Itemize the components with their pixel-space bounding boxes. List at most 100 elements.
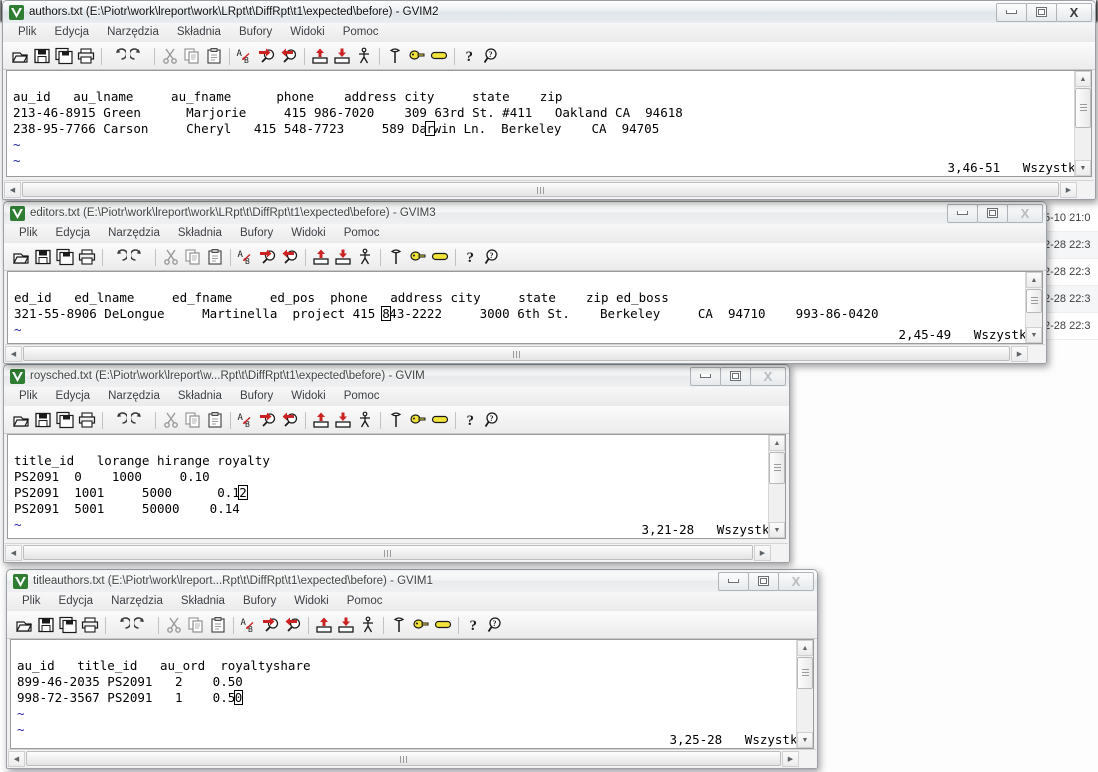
help-icon[interactable]: ? [463,614,485,636]
hscroll-thumb[interactable] [26,751,781,766]
find-prev-icon[interactable] [279,409,301,431]
minimize-button[interactable] [690,366,721,386]
scroll-right-arrow[interactable]: ▶ [754,544,771,561]
paste-icon[interactable] [207,614,229,636]
window-controls[interactable]: X [996,2,1092,22]
titlebar-roysched[interactable]: roysched.txt (E:\Piotr\work\lreport\w...… [4,365,789,387]
print-icon[interactable] [76,246,98,268]
scroll-left-arrow[interactable]: ◀ [8,750,25,767]
hscroll-thumb[interactable] [23,346,1010,361]
make-icon[interactable] [407,409,429,431]
window-roysched[interactable]: roysched.txt (E:\Piotr\work\lreport\w...… [3,364,790,563]
menubar-titleauthors[interactable]: Plik Edycja Narzędzia Składnia Bufory Wi… [7,592,817,612]
help-icon[interactable]: ? [460,246,482,268]
hscroll-thumb[interactable] [22,182,1059,197]
redo-icon[interactable] [129,246,151,268]
save-icon[interactable] [31,45,53,67]
menu-narzedzia[interactable]: Narzędzia [99,226,169,241]
save-session-icon[interactable] [332,409,354,431]
undo-icon[interactable] [106,45,128,67]
vertical-scrollbar[interactable]: ▲ ▼ [1025,272,1042,343]
toolbar-roysched[interactable]: A B?? [4,406,789,434]
menu-plik[interactable]: Plik [10,226,47,241]
build-icon[interactable] [384,45,406,67]
resize-grip[interactable] [799,751,816,767]
scroll-down-arrow[interactable]: ▼ [1075,160,1091,176]
make-icon[interactable] [410,614,432,636]
print-icon[interactable] [75,45,97,67]
menubar-authors[interactable]: Plik Edycja Narzędzia Składnia Bufory Wi… [3,23,1095,43]
save-all-icon[interactable] [54,409,76,431]
window-controls[interactable]: X [690,366,786,386]
menu-widoki[interactable]: Widoki [285,594,338,609]
open-file-icon[interactable] [13,614,35,636]
open-file-icon[interactable] [9,45,31,67]
scroll-down-arrow[interactable]: ▼ [797,732,813,748]
find-prev-icon[interactable] [282,614,304,636]
menu-edycja[interactable]: Edycja [50,594,103,609]
find-help-icon[interactable]: ? [481,45,503,67]
menu-narzedzia[interactable]: Narzędzia [98,25,168,40]
cut-icon[interactable] [160,246,182,268]
redo-icon[interactable] [128,45,150,67]
scroll-down-arrow[interactable]: ▼ [1026,327,1042,343]
maximize-button[interactable] [720,366,751,386]
scroll-right-arrow[interactable]: ▶ [1011,345,1028,362]
build-icon[interactable] [385,246,407,268]
help-icon[interactable]: ? [459,45,481,67]
editor-editors[interactable]: ed_id ed_lname ed_fname ed_pos phone add… [7,271,1043,344]
close-button[interactable]: X [1056,2,1092,22]
menu-pomoc[interactable]: Pomoc [338,594,392,609]
vertical-scrollbar[interactable]: ▲ ▼ [1074,71,1091,176]
paste-icon[interactable] [203,45,225,67]
resize-grip[interactable] [1028,346,1045,362]
scroll-down-arrow[interactable]: ▼ [769,522,785,538]
run-script-icon[interactable] [354,246,376,268]
menu-bufory[interactable]: Bufory [231,226,282,241]
make-icon[interactable] [406,45,428,67]
undo-icon[interactable] [107,409,129,431]
find-next-icon[interactable] [256,45,278,67]
toolbar-authors[interactable]: A B?? [3,42,1095,70]
window-controls[interactable]: X [947,203,1043,223]
vertical-scrollbar[interactable]: ▲ ▼ [768,435,785,538]
scroll-up-arrow[interactable]: ▲ [797,640,813,656]
menu-plik[interactable]: Plik [13,594,50,609]
scroll-thumb[interactable] [769,452,785,484]
menu-pomoc[interactable]: Pomoc [334,25,388,40]
window-authors[interactable]: authors.txt (E:\Piotr\work\lreport\work\… [2,0,1096,200]
maximize-button[interactable] [748,571,779,591]
find-help-icon[interactable]: ? [482,409,504,431]
find-next-icon[interactable] [260,614,282,636]
horizontal-scrollbar[interactable]: ◀ ▶ [4,180,1094,198]
cut-icon[interactable] [160,409,182,431]
vertical-scrollbar[interactable]: ▲ ▼ [796,640,813,748]
menu-bufory[interactable]: Bufory [230,25,281,40]
menubar-editors[interactable]: Plik Edycja Narzędzia Składnia Bufory Wi… [4,224,1046,244]
menu-widoki[interactable]: Widoki [281,25,334,40]
find-next-icon[interactable] [257,246,279,268]
find-replace-icon[interactable]: AB [238,614,260,636]
scroll-thumb[interactable] [797,657,813,689]
copy-icon[interactable] [185,614,207,636]
window-titleauthors[interactable]: titleauthors.txt (E:\Piotr\work\lreport.… [6,569,818,769]
scroll-thumb[interactable] [1075,88,1091,128]
redo-icon[interactable] [129,409,151,431]
close-button[interactable]: X [750,366,786,386]
horizontal-scrollbar[interactable]: ◀ ▶ [8,749,816,767]
find-replace-icon[interactable]: AB [235,246,257,268]
help-icon[interactable]: ? [460,409,482,431]
save-icon[interactable] [32,409,54,431]
load-session-icon[interactable] [310,246,332,268]
save-all-icon[interactable] [53,45,75,67]
find-next-icon[interactable] [257,409,279,431]
menu-skladnia[interactable]: Składnia [168,25,230,40]
resize-grip[interactable] [771,545,788,561]
menu-widoki[interactable]: Widoki [282,389,335,404]
shell-icon[interactable] [429,246,451,268]
menu-edycja[interactable]: Edycja [46,25,99,40]
titlebar-titleauthors[interactable]: titleauthors.txt (E:\Piotr\work\lreport.… [7,570,817,592]
save-icon[interactable] [32,246,54,268]
close-button[interactable]: X [1007,203,1043,223]
save-session-icon[interactable] [335,614,357,636]
